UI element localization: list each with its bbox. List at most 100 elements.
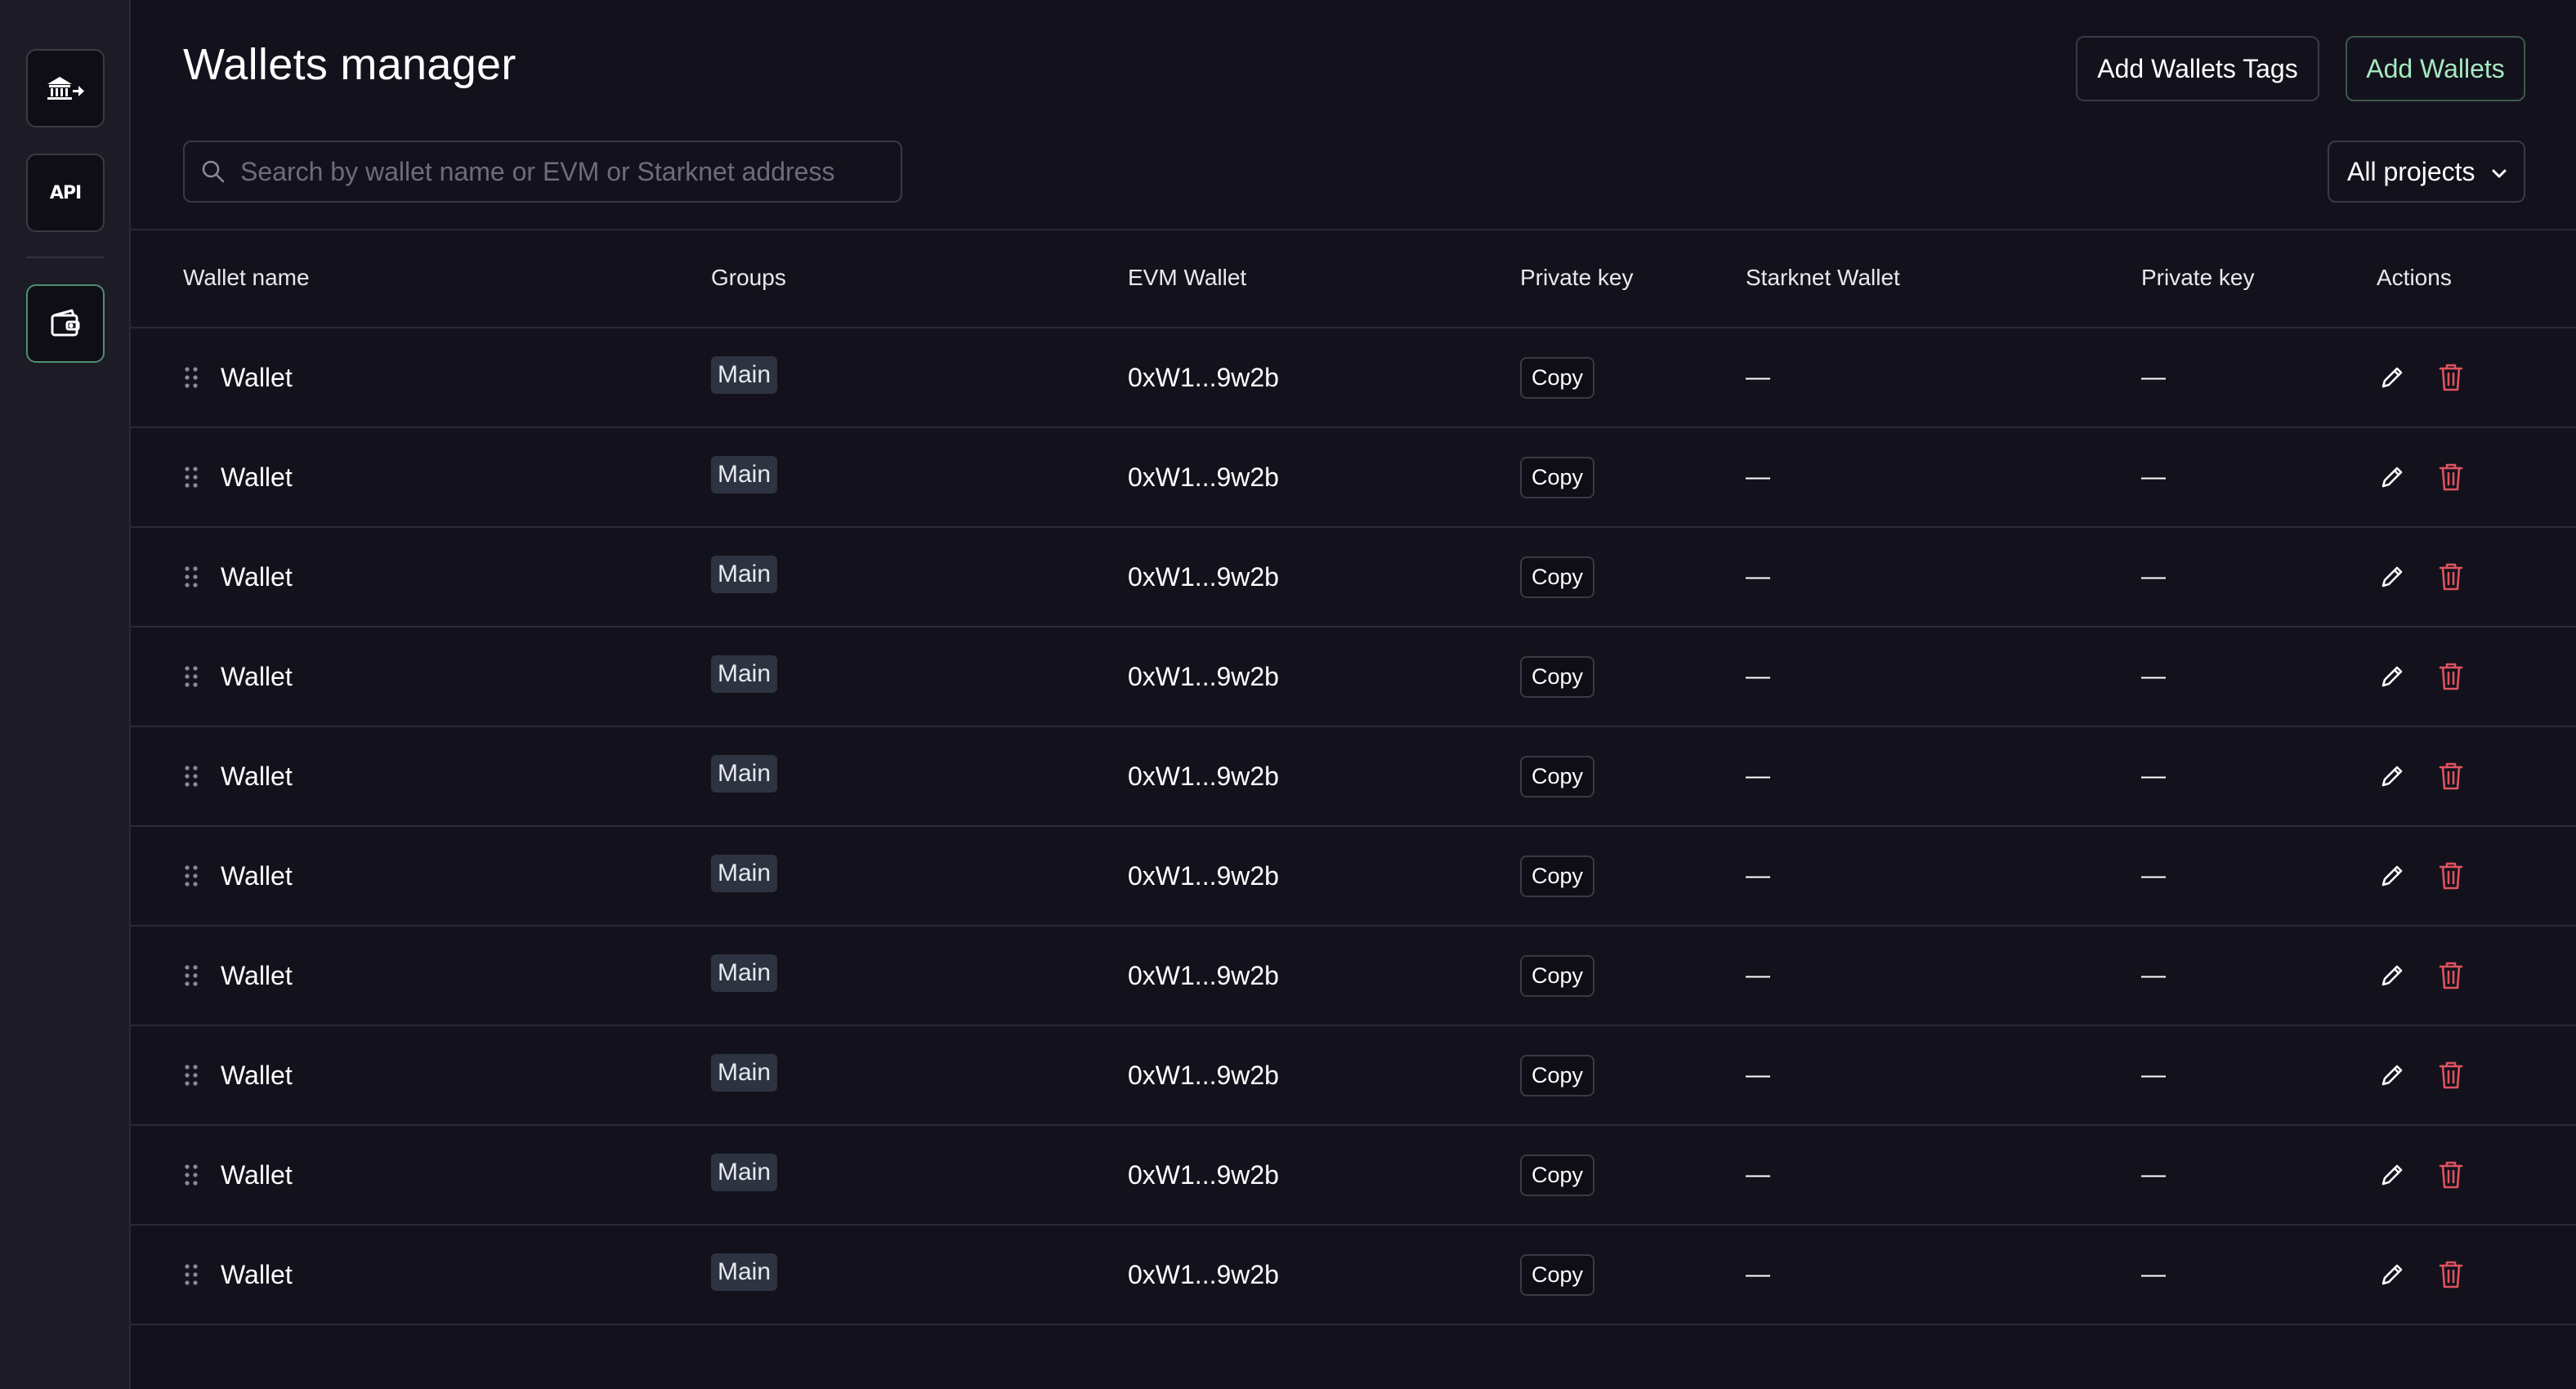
starknet-address: — <box>1746 1261 1770 1288</box>
edit-pencil-icon[interactable] <box>2378 364 2406 391</box>
starknet-wallet-cell: — <box>1746 1126 1770 1224</box>
wallet-name: Wallet <box>221 462 293 492</box>
evm-address[interactable]: 0xW1...9w2b <box>1128 1160 1279 1190</box>
starknet-address: — <box>1746 862 1770 889</box>
starknet-wallet-cell: — <box>1746 1026 1770 1124</box>
edit-pencil-icon[interactable] <box>2378 563 2406 591</box>
copy-private-key-button[interactable]: Copy <box>1520 954 1595 997</box>
delete-trash-icon[interactable] <box>2439 662 2463 691</box>
drag-handle-icon[interactable] <box>183 664 199 689</box>
copy-private-key-button[interactable]: Copy <box>1520 356 1595 399</box>
delete-trash-icon[interactable] <box>2439 462 2463 492</box>
drag-handle-icon[interactable] <box>183 864 199 888</box>
edit-pencil-icon[interactable] <box>2378 463 2406 491</box>
evm-address[interactable]: 0xW1...9w2b <box>1128 462 1279 493</box>
group-cell: Main <box>711 727 778 825</box>
evm-wallet-cell: 0xW1...9w2b <box>1128 1226 1279 1324</box>
copy-private-key-button[interactable]: Copy <box>1520 1253 1595 1296</box>
copy-private-key-button[interactable]: Copy <box>1520 855 1595 897</box>
evm-address[interactable]: 0xW1...9w2b <box>1128 961 1279 991</box>
starknet-private-key-cell: — <box>2141 727 2166 825</box>
drag-handle-icon[interactable] <box>183 465 199 489</box>
copy-private-key-button[interactable]: Copy <box>1520 655 1595 698</box>
group-tag: Main <box>711 1054 778 1092</box>
drag-handle-icon[interactable] <box>183 1163 199 1187</box>
delete-trash-icon[interactable] <box>2439 961 2463 990</box>
projects-select[interactable]: All projects <box>2328 141 2525 203</box>
group-cell: Main <box>711 1026 778 1124</box>
delete-trash-icon[interactable] <box>2439 861 2463 891</box>
starknet-private-key: — <box>2141 663 2166 690</box>
evm-address[interactable]: 0xW1...9w2b <box>1128 662 1279 692</box>
wallet-name-cell: Wallet <box>183 1026 293 1124</box>
edit-pencil-icon[interactable] <box>2378 862 2406 890</box>
evm-address[interactable]: 0xW1...9w2b <box>1128 1260 1279 1290</box>
starknet-wallet-cell: — <box>1746 727 1770 825</box>
edit-pencil-icon[interactable] <box>2378 962 2406 989</box>
drag-handle-icon[interactable] <box>183 365 199 390</box>
evm-wallet-cell: 0xW1...9w2b <box>1128 528 1279 626</box>
chevron-down-icon <box>2492 169 2507 178</box>
column-header-groups: Groups <box>711 265 786 290</box>
column-header-private-key: Private key <box>1520 265 1634 290</box>
copy-private-key-button[interactable]: Copy <box>1520 456 1595 498</box>
column-header-wallet-name: Wallet name <box>183 265 310 290</box>
drag-handle-icon[interactable] <box>183 963 199 988</box>
search-input[interactable] <box>240 156 878 187</box>
evm-address[interactable]: 0xW1...9w2b <box>1128 861 1279 891</box>
actions-cell <box>2368 528 2463 626</box>
starknet-private-key-cell: — <box>2141 328 2166 427</box>
sidebar-item-bank-transfer[interactable] <box>26 49 105 127</box>
add-wallets-tags-button[interactable]: Add Wallets Tags <box>2076 36 2319 101</box>
delete-trash-icon[interactable] <box>2439 1061 2463 1090</box>
group-tag: Main <box>711 556 778 593</box>
actions-cell <box>2368 428 2463 526</box>
starknet-private-key: — <box>2141 962 2166 989</box>
edit-pencil-icon[interactable] <box>2378 762 2406 790</box>
delete-trash-icon[interactable] <box>2439 1260 2463 1289</box>
wallet-name-cell: Wallet <box>183 1126 293 1224</box>
delete-trash-icon[interactable] <box>2439 562 2463 592</box>
copy-private-key-button[interactable]: Copy <box>1520 755 1595 797</box>
edit-pencil-icon[interactable] <box>2378 1061 2406 1089</box>
starknet-wallet-cell: — <box>1746 628 1770 726</box>
evm-address[interactable]: 0xW1...9w2b <box>1128 761 1279 792</box>
edit-pencil-icon[interactable] <box>2378 663 2406 690</box>
starknet-address: — <box>1746 463 1770 490</box>
group-tag: Main <box>711 1154 778 1191</box>
delete-trash-icon[interactable] <box>2439 761 2463 791</box>
starknet-private-key: — <box>2141 563 2166 590</box>
wallet-name: Wallet <box>221 860 293 891</box>
group-tag: Main <box>711 356 778 394</box>
starknet-address: — <box>1746 1161 1770 1188</box>
edit-pencil-icon[interactable] <box>2378 1161 2406 1189</box>
evm-address[interactable]: 0xW1...9w2b <box>1128 363 1279 393</box>
copy-private-key-button[interactable]: Copy <box>1520 556 1595 598</box>
wallet-name: Wallet <box>221 761 293 791</box>
starknet-wallet-cell: — <box>1746 1226 1770 1324</box>
actions-cell <box>2368 1126 2463 1224</box>
sidebar-item-api[interactable]: API <box>26 154 105 232</box>
edit-pencil-icon[interactable] <box>2378 1261 2406 1289</box>
starknet-private-key-cell: — <box>2141 428 2166 526</box>
delete-trash-icon[interactable] <box>2439 1160 2463 1190</box>
private-key-cell: Copy <box>1520 1126 1595 1224</box>
starknet-private-key-cell: — <box>2141 1026 2166 1124</box>
wallet-name: Wallet <box>221 1159 293 1190</box>
starknet-private-key-cell: — <box>2141 628 2166 726</box>
copy-private-key-button[interactable]: Copy <box>1520 1054 1595 1096</box>
evm-address[interactable]: 0xW1...9w2b <box>1128 562 1279 592</box>
copy-private-key-button[interactable]: Copy <box>1520 1154 1595 1196</box>
table-row: Wallet Main 0xW1...9w2b Copy — — <box>131 1126 2576 1226</box>
drag-handle-icon[interactable] <box>183 764 199 788</box>
sidebar-item-wallets[interactable] <box>26 284 105 363</box>
drag-handle-icon[interactable] <box>183 565 199 589</box>
evm-address[interactable]: 0xW1...9w2b <box>1128 1061 1279 1091</box>
wallet-name: Wallet <box>221 1259 293 1289</box>
delete-trash-icon[interactable] <box>2439 363 2463 392</box>
wallet-name: Wallet <box>221 1060 293 1090</box>
add-wallets-button[interactable]: Add Wallets <box>2346 36 2525 101</box>
evm-wallet-cell: 0xW1...9w2b <box>1128 827 1279 925</box>
drag-handle-icon[interactable] <box>183 1262 199 1287</box>
drag-handle-icon[interactable] <box>183 1063 199 1088</box>
